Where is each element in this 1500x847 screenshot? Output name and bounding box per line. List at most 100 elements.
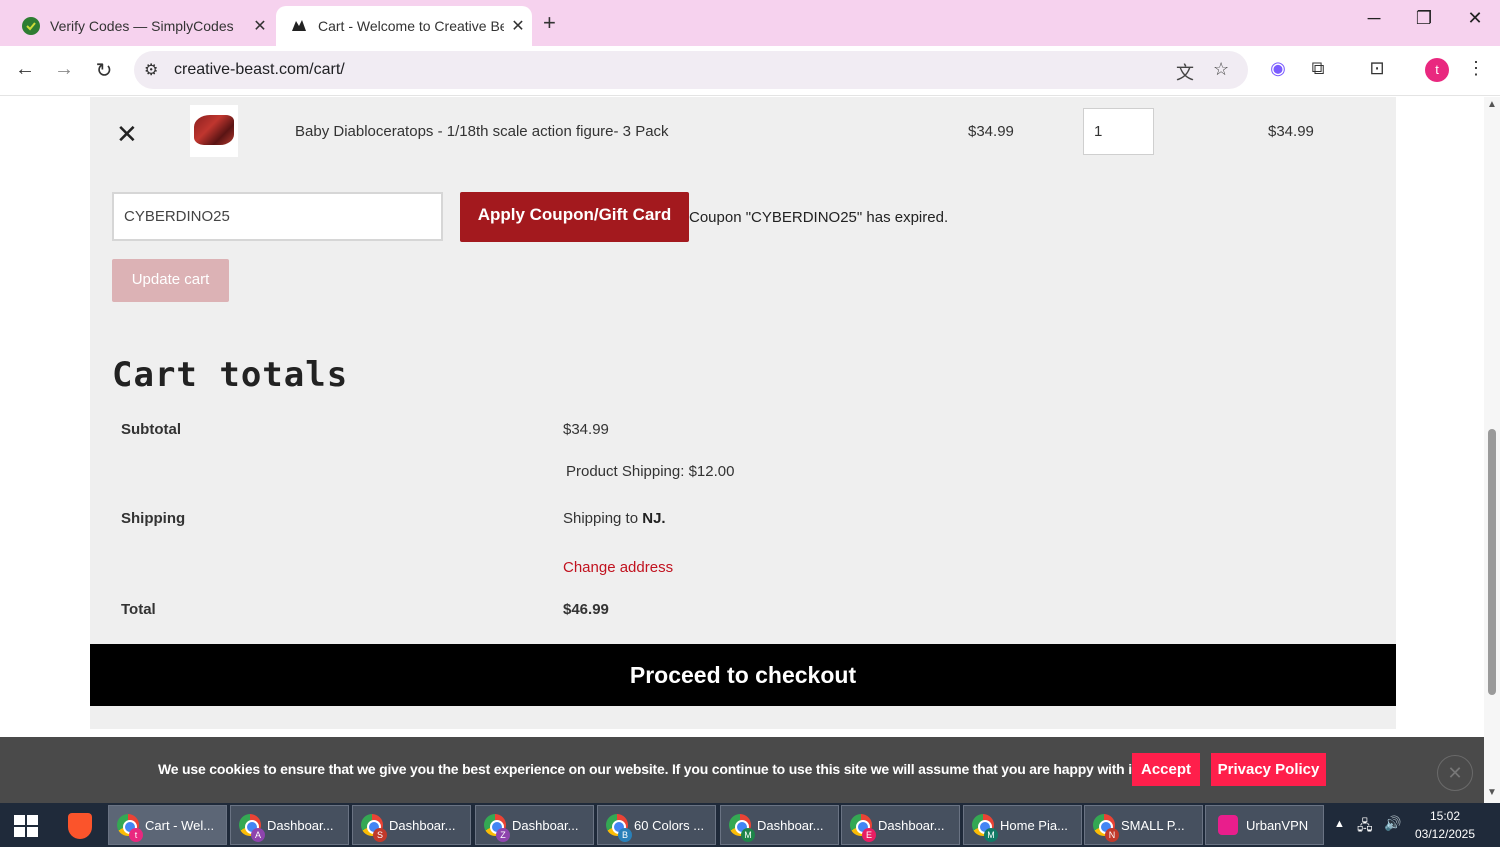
cart-totals-heading: Cart totals — [112, 355, 349, 395]
profile-avatar[interactable]: t — [1425, 58, 1449, 82]
cookie-accept-button[interactable]: Accept — [1132, 753, 1200, 786]
quantity-input[interactable]: 1 — [1083, 108, 1154, 155]
product-name-link[interactable]: Baby Diabloceratops - 1/18th scale actio… — [295, 123, 669, 140]
product-shipping-text: Product Shipping: $12.00 — [566, 463, 735, 480]
subtotal-label: Subtotal — [121, 421, 181, 438]
taskbar-item-cart[interactable]: t Cart - Wel... — [108, 805, 227, 845]
product-price: $34.99 — [968, 123, 1014, 140]
cookie-banner-text: We use cookies to ensure that we give yo… — [158, 761, 1141, 777]
subtotal-value: $34.99 — [563, 421, 609, 438]
cart-panel: ✕ Baby Diabloceratops - 1/18th scale act… — [90, 97, 1396, 729]
taskbar-item-label: Dashboar... — [757, 817, 824, 833]
shipping-destination: Shipping to NJ. — [563, 510, 666, 527]
page-viewport: ✕ Baby Diabloceratops - 1/18th scale act… — [0, 97, 1484, 803]
coupon-error-message: Coupon "CYBERDINO25" has expired. — [689, 209, 949, 226]
scroll-down-arrow-icon[interactable]: ▼ — [1487, 787, 1497, 798]
update-cart-button[interactable]: Update cart — [112, 259, 229, 302]
restore-icon[interactable]: ❐ — [1409, 8, 1439, 29]
taskbar-item-label: Dashboar... — [512, 817, 579, 833]
close-window-icon[interactable]: ✕ — [1460, 8, 1490, 29]
tab-simplycodes[interactable]: Verify Codes — SimplyCodes ✕ — [8, 6, 274, 46]
scrollbar-thumb[interactable] — [1488, 429, 1496, 695]
profile-badge: A — [251, 828, 265, 842]
tab-close-icon[interactable]: ✕ — [504, 16, 532, 36]
tray-overflow-icon[interactable]: ▲ — [1334, 818, 1345, 830]
profile-badge: B — [618, 828, 632, 842]
scroll-up-arrow-icon[interactable]: ▲ — [1487, 99, 1497, 110]
page-scrollbar[interactable]: ▲ ▼ — [1484, 97, 1500, 803]
cookie-close-icon[interactable]: ✕ — [1437, 755, 1473, 791]
remove-item-icon[interactable]: ✕ — [116, 119, 138, 150]
taskbar-item-label: Dashboar... — [389, 817, 456, 833]
url-text[interactable]: creative-beast.com/cart/ — [174, 61, 345, 79]
profile-badge: N — [1105, 828, 1119, 842]
taskbar-item-urbanvpn[interactable]: UrbanVPN — [1205, 805, 1324, 845]
minimize-icon[interactable]: ─ — [1359, 8, 1389, 29]
creative-beast-favicon-icon — [290, 17, 308, 35]
taskbar-item-label: Home Pia... — [1000, 817, 1068, 833]
browser-tabstrip: Verify Codes — SimplyCodes ✕ Cart - Welc… — [0, 0, 1500, 46]
side-panel-search-icon[interactable]: ⊡ — [1364, 58, 1390, 79]
taskbar-item-dashboard[interactable]: Z Dashboar... — [475, 805, 594, 845]
tab-title: Cart - Welcome to Creative Beast — [318, 18, 504, 34]
windows-start-icon[interactable] — [14, 815, 38, 837]
taskbar-item-dashboard[interactable]: A Dashboar... — [230, 805, 349, 845]
network-icon[interactable]: 🖧 — [1357, 815, 1373, 839]
urbanvpn-icon — [1218, 815, 1238, 835]
menu-kebab-icon[interactable]: ⋮ — [1463, 58, 1489, 79]
profile-badge: Z — [496, 828, 510, 842]
total-value: $46.99 — [563, 601, 609, 618]
taskbar-item-dashboard[interactable]: M Dashboar... — [720, 805, 839, 845]
extensions-puzzle-icon[interactable]: ⧉ — [1305, 58, 1331, 79]
profile-badge: t — [129, 828, 143, 842]
extension-copilot-icon[interactable]: ◉ — [1265, 58, 1291, 79]
back-icon[interactable]: ← — [12, 58, 38, 81]
tab-title: Verify Codes — SimplyCodes — [50, 18, 234, 34]
dinosaur-figure-image — [194, 115, 234, 145]
taskbar-item-label: Dashboar... — [267, 817, 334, 833]
taskbar-item-label: UrbanVPN — [1246, 817, 1309, 833]
windows-taskbar: t Cart - Wel... A Dashboar... S Dashboar… — [0, 803, 1500, 847]
taskbar-item-dashboard[interactable]: E Dashboar... — [841, 805, 960, 845]
product-thumbnail[interactable] — [190, 105, 238, 157]
brave-browser-icon[interactable] — [68, 813, 92, 839]
simplycodes-favicon-icon — [22, 17, 40, 35]
translate-icon[interactable]: 文 — [1176, 59, 1194, 85]
reload-icon[interactable]: ↻ — [91, 58, 117, 83]
proceed-to-checkout-button[interactable]: Proceed to checkout — [90, 644, 1396, 706]
shipping-to-state: NJ. — [642, 510, 666, 527]
profile-badge: S — [373, 828, 387, 842]
privacy-policy-button[interactable]: Privacy Policy — [1211, 753, 1326, 786]
cookie-banner: We use cookies to ensure that we give yo… — [0, 737, 1484, 803]
shipping-to-prefix: Shipping to — [563, 510, 639, 527]
total-label: Total — [121, 601, 156, 618]
taskbar-item-label: SMALL P... — [1121, 817, 1185, 833]
taskbar-item-label: Dashboar... — [878, 817, 945, 833]
system-clock[interactable]: 15:02 03/12/2025 — [1410, 807, 1480, 843]
taskbar-item-small[interactable]: N SMALL P... — [1084, 805, 1203, 845]
new-tab-icon[interactable]: + — [543, 10, 556, 36]
shipping-label: Shipping — [121, 510, 186, 527]
forward-icon[interactable]: → — [51, 58, 77, 81]
taskbar-item-label: Cart - Wel... — [145, 817, 215, 833]
change-address-link[interactable]: Change address — [563, 559, 673, 576]
profile-badge: M — [741, 828, 755, 842]
apply-coupon-button[interactable]: Apply Coupon/Gift Card — [460, 192, 689, 242]
clock-date: 03/12/2025 — [1414, 827, 1476, 841]
tab-creative-beast[interactable]: Cart - Welcome to Creative Beast ✕ — [276, 6, 532, 46]
profile-badge: M — [984, 828, 998, 842]
line-subtotal: $34.99 — [1268, 123, 1314, 140]
taskbar-item-dashboard[interactable]: S Dashboar... — [352, 805, 471, 845]
taskbar-item-label: 60 Colors ... — [634, 817, 705, 833]
clock-time: 15:02 — [1429, 809, 1461, 823]
site-settings-icon[interactable]: ⚙ — [144, 60, 158, 80]
address-bar[interactable]: ⚙ creative-beast.com/cart/ 文 ☆ — [134, 51, 1248, 89]
taskbar-item-home-piano[interactable]: M Home Pia... — [963, 805, 1082, 845]
taskbar-item-60-colors[interactable]: B 60 Colors ... — [597, 805, 716, 845]
volume-icon[interactable]: 🔊 — [1384, 815, 1401, 832]
profile-badge: E — [862, 828, 876, 842]
bookmark-star-icon[interactable]: ☆ — [1213, 59, 1229, 80]
tab-close-icon[interactable]: ✕ — [246, 16, 274, 36]
browser-toolbar: ← → ↻ ⚙ creative-beast.com/cart/ 文 ☆ ◉ ⧉… — [0, 46, 1500, 96]
coupon-code-input[interactable]: CYBERDINO25 — [112, 192, 443, 241]
